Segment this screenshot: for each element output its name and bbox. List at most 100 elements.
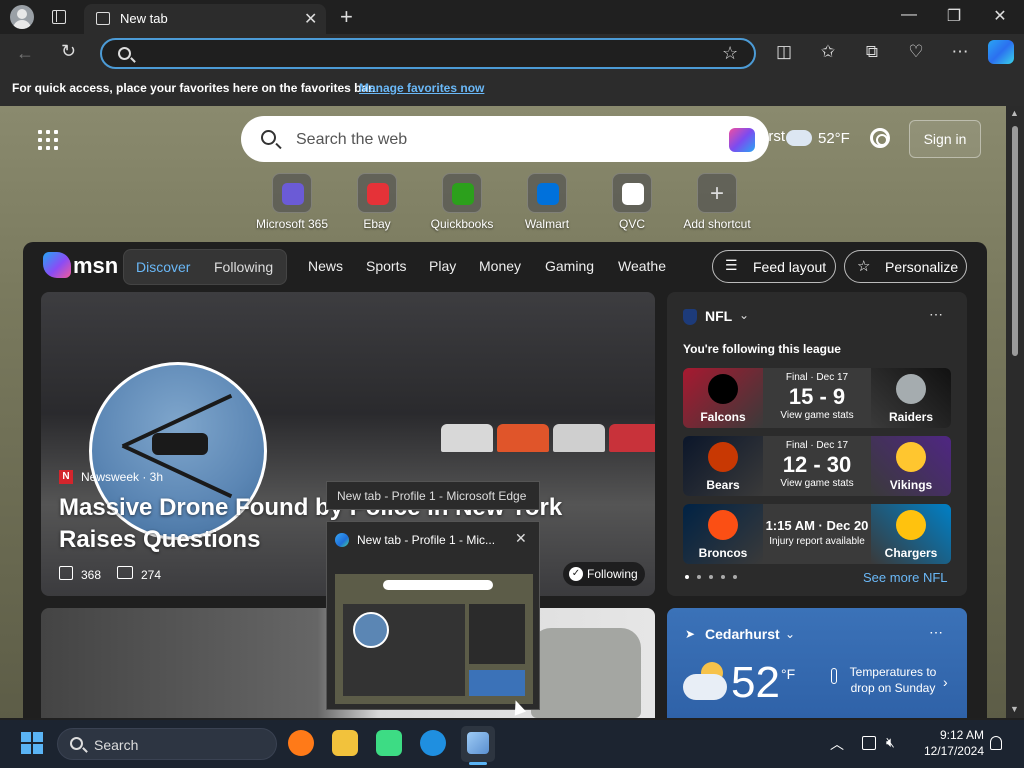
injury-report-link[interactable]: Injury report available [763, 536, 871, 547]
browser-essentials-icon[interactable]: ♡ [905, 42, 927, 62]
weather-location[interactable]: urst [760, 128, 785, 145]
personalize-button[interactable]: ☆ Personalize [844, 250, 967, 283]
comment-icon[interactable] [117, 566, 133, 579]
address-bar[interactable]: ☆ [100, 38, 756, 69]
refresh-icon[interactable]: ↻ [61, 41, 81, 61]
game-score: 12 - 30 [782, 452, 852, 477]
web-search-box[interactable]: Search the web [241, 116, 769, 162]
weather-location[interactable]: Cedarhurst [705, 626, 780, 642]
manage-favorites-link[interactable]: Manage favorites now [359, 81, 484, 95]
shortcut-label: QVC [618, 217, 645, 231]
sign-in-button[interactable]: Sign in [909, 120, 981, 158]
tab-following[interactable]: Following [214, 259, 273, 275]
weather-temperature[interactable]: 52°F [818, 130, 850, 147]
more-options-icon[interactable]: ⋯ [929, 624, 943, 641]
thumb-toolbar [335, 560, 533, 574]
nav-weather[interactable]: Weathe [618, 258, 666, 274]
temperature-unit: °F [781, 666, 796, 682]
file-explorer-icon[interactable] [332, 730, 358, 756]
nav-news[interactable]: News [308, 258, 343, 274]
edge-icon[interactable] [420, 730, 446, 756]
shortcut-walmart[interactable]: Walmart [504, 173, 590, 233]
minimize-icon[interactable]: — [899, 6, 919, 24]
windows-start-icon[interactable] [21, 732, 43, 754]
nav-money[interactable]: Money [479, 258, 521, 274]
app-launcher-icon[interactable] [36, 128, 60, 152]
chevron-up-icon[interactable]: ︿ [830, 734, 844, 754]
close-tab-icon[interactable]: ✕ [304, 9, 317, 29]
comment-count: 274 [141, 568, 162, 582]
game-row[interactable]: Broncos Chargers 1:15 AM · Dec 20 Injury… [683, 504, 951, 564]
restore-icon[interactable]: ❐ [944, 6, 964, 26]
game-stats-link[interactable]: View game stats [763, 478, 871, 489]
see-more-nfl-link[interactable]: See more NFL [863, 570, 948, 585]
nav-gaming[interactable]: Gaming [545, 258, 594, 274]
msn-logo[interactable]: msn [43, 252, 133, 282]
close-window-icon[interactable]: ✕ [990, 6, 1010, 26]
personalize-label: Personalize [885, 259, 959, 275]
windows-taskbar: Search ︿ 🔇︎ 9:12 AM 12/17/2024 [0, 720, 1024, 768]
shortcut-ebay[interactable]: Ebay [334, 173, 420, 233]
close-icon[interactable]: ✕ [515, 530, 527, 547]
shortcut-label: Walmart [524, 217, 570, 231]
new-tab-icon[interactable]: + [340, 4, 353, 30]
android-studio-icon[interactable] [376, 730, 402, 756]
favorite-star-icon[interactable]: ☆ [722, 43, 738, 64]
nfl-title[interactable]: NFL [705, 308, 732, 324]
chevron-down-icon[interactable]: ⌄ [785, 627, 795, 641]
page-scrollbar[interactable]: ▲ ▼ [1006, 106, 1024, 718]
network-icon[interactable] [862, 736, 876, 750]
favorites-icon[interactable]: ✩ [817, 42, 839, 62]
shortcut-microsoft-365[interactable]: Microsoft 365 [249, 173, 335, 233]
favorites-bar: For quick access, place your favorites h… [0, 72, 1024, 106]
add-shortcut-button[interactable]: + Add shortcut [674, 173, 760, 233]
back-arrow-icon[interactable]: ← [16, 43, 34, 64]
nav-play[interactable]: Play [429, 258, 456, 274]
more-options-icon[interactable]: ⋯ [929, 306, 943, 323]
shortcut-qvc[interactable]: QVC [589, 173, 675, 233]
clock-time[interactable]: 9:12 AM [920, 728, 984, 742]
feed-layout-label: Feed layout [753, 259, 827, 275]
more-menu-icon[interactable]: ⋯ [949, 42, 971, 62]
settings-gear-icon[interactable] [870, 128, 890, 148]
vertical-tabs-icon[interactable] [52, 10, 66, 24]
copilot-icon[interactable] [988, 40, 1014, 64]
game-stats-link[interactable]: View game stats [763, 410, 871, 421]
taskbar-search-box[interactable]: Search [57, 728, 277, 760]
split-screen-icon[interactable]: ◫ [773, 42, 795, 62]
scroll-up-arrow-icon[interactable]: ▲ [1010, 108, 1019, 118]
window-thumbnail[interactable] [335, 560, 533, 704]
tab-favicon-icon [96, 12, 110, 25]
preview-title: New tab - Profile 1 - Mic... [357, 533, 496, 547]
game-row[interactable]: Falcons Raiders Final · Dec 17 15 - 9 Vi… [683, 368, 951, 428]
scroll-thumb[interactable] [1012, 126, 1018, 356]
shortcut-quickbooks[interactable]: Quickbooks [419, 173, 505, 233]
copilot-search-icon[interactable] [729, 128, 755, 152]
raiders-logo-icon [896, 374, 926, 404]
tab-strip: New tab ✕ + — ❐ ✕ [0, 0, 1024, 34]
weather-alert-message[interactable]: Temperatures to drop on Sunday [845, 664, 941, 696]
tab-discover[interactable]: Discover [136, 259, 190, 275]
tab-new-tab[interactable]: New tab ✕ [84, 4, 326, 34]
chevron-right-icon[interactable]: › [943, 674, 948, 690]
volume-icon[interactable]: 🔇︎ [886, 734, 895, 751]
firefox-icon[interactable] [288, 730, 314, 756]
chevron-down-icon[interactable]: ⌄ [739, 308, 749, 322]
feed-layout-button[interactable]: ☰ Feed layout [712, 250, 836, 283]
carousel-dots[interactable] [685, 575, 745, 581]
following-badge[interactable]: ✓ Following [563, 562, 645, 586]
thumbs-up-icon[interactable] [59, 566, 73, 580]
nav-sports[interactable]: Sports [366, 258, 406, 274]
clock-date[interactable]: 12/17/2024 [920, 744, 984, 758]
profile-avatar[interactable] [10, 5, 34, 29]
game-row[interactable]: Bears Vikings Final · Dec 17 12 - 30 Vie… [683, 436, 951, 496]
edge-profile-icon [467, 732, 489, 754]
taskbar-active-edge-profile[interactable] [461, 726, 495, 762]
thumb-searchbox [383, 580, 493, 590]
collections-icon[interactable]: ⧉ [861, 42, 883, 62]
notification-bell-icon[interactable] [990, 736, 1002, 750]
scroll-down-arrow-icon[interactable]: ▼ [1010, 704, 1019, 714]
weather-card: ➤ Cedarhurst ⌄ ⋯ 52 °F Temperatures to d… [667, 608, 967, 718]
search-placeholder[interactable]: Search the web [296, 131, 407, 149]
taskbar-window-preview[interactable]: New tab - Profile 1 - Mic... ✕ [326, 521, 540, 710]
